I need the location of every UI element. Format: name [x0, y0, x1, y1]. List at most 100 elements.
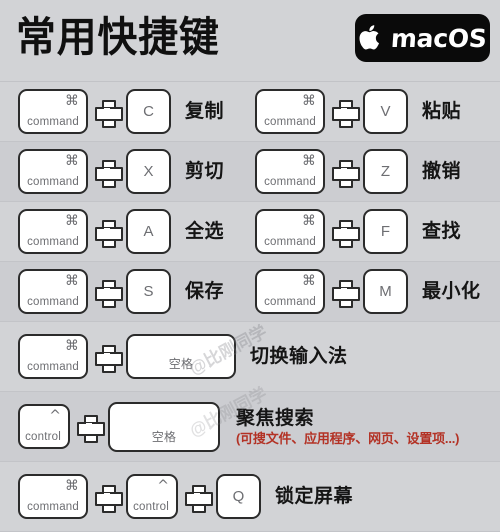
shortcut-description: 全选: [185, 220, 225, 242]
key-letter-f[interactable]: F: [363, 209, 408, 254]
shortcut-description: 切换输入法: [250, 345, 348, 367]
key-label: C: [143, 103, 154, 120]
shortcut-description: 最小化: [422, 280, 481, 302]
key-label: command: [264, 296, 316, 308]
key-combo: ⌘ command F: [255, 209, 408, 254]
plus-icon: [77, 414, 105, 443]
command-glyph-icon: ⌘: [65, 153, 79, 169]
key-letter-s[interactable]: S: [126, 269, 171, 314]
shortcut-cheatsheet-page: 常用快捷键 macOS ⌘ command C 复制 ⌘ command V 粘…: [0, 0, 500, 532]
plus-icon: [95, 99, 123, 128]
key-label: 空格: [168, 357, 194, 371]
key-command[interactable]: ⌘ command: [255, 89, 325, 134]
key-command[interactable]: ⌘ command: [18, 89, 88, 134]
key-command[interactable]: ⌘ command: [18, 269, 88, 314]
shortcut-item: ⌘ command A 全选: [18, 209, 255, 254]
shortcut-item: ⌘ command 空格 切换输入法: [18, 334, 348, 379]
command-glyph-icon: ⌘: [65, 478, 79, 494]
key-space[interactable]: 空格: [126, 334, 236, 379]
command-glyph-icon: ⌘: [65, 213, 79, 229]
shortcut-item: ^ control 空格 聚焦搜索 (可搜文件、应用程序、网页、设置项...): [18, 401, 459, 452]
page-title: 常用快捷键: [16, 14, 220, 60]
key-combo: ⌘ command M: [255, 269, 408, 314]
key-label: S: [143, 283, 154, 300]
key-label: command: [27, 501, 79, 513]
key-command[interactable]: ⌘ command: [255, 149, 325, 194]
key-combo: ⌘ command V: [255, 89, 408, 134]
shortcut-item: ⌘ command S 保存: [18, 269, 255, 314]
shortcut-description: 锁定屏幕: [275, 485, 354, 507]
key-letter-x[interactable]: X: [126, 149, 171, 194]
key-combo: ⌘ command X: [18, 149, 171, 194]
key-space[interactable]: 空格: [108, 401, 220, 452]
key-label: 空格: [151, 429, 177, 444]
key-combo: ⌘ command ^ control Q: [18, 474, 261, 519]
plus-icon: [332, 159, 360, 188]
plus-icon: [95, 219, 123, 248]
shortcut-description: 查找: [422, 220, 462, 242]
shortcut-description: 粘贴: [422, 100, 462, 122]
key-command[interactable]: ⌘ command: [18, 334, 88, 379]
shortcut-item: ⌘ command V 粘贴: [255, 89, 461, 134]
shortcut-row: ⌘ command C 复制 ⌘ command V 粘贴: [0, 82, 500, 142]
macos-badge-label: macOS: [389, 23, 488, 53]
shortcut-description-block: 聚焦搜索 (可搜文件、应用程序、网页、设置项...): [236, 407, 459, 447]
key-label: command: [27, 296, 79, 308]
key-label: command: [264, 176, 316, 188]
key-label: control: [25, 431, 61, 443]
plus-icon: [332, 279, 360, 308]
plus-icon: [332, 99, 360, 128]
page-header: 常用快捷键 macOS: [0, 0, 500, 82]
macos-badge: macOS: [355, 14, 490, 62]
shortcut-description: 撤销: [422, 160, 462, 182]
shortcut-description: 聚焦搜索: [236, 407, 315, 429]
key-letter-c[interactable]: C: [126, 89, 171, 134]
key-label: command: [27, 176, 79, 188]
control-glyph-icon: ^: [49, 408, 61, 424]
command-glyph-icon: ⌘: [302, 273, 316, 289]
control-glyph-icon: ^: [157, 478, 169, 494]
shortcut-item: ⌘ command ^ control Q 锁定屏幕: [18, 474, 353, 519]
command-glyph-icon: ⌘: [302, 153, 316, 169]
key-letter-z[interactable]: Z: [363, 149, 408, 194]
key-letter-q[interactable]: Q: [216, 474, 261, 519]
key-label: X: [143, 163, 154, 180]
key-label: command: [27, 361, 79, 373]
key-command[interactable]: ⌘ command: [255, 269, 325, 314]
key-control[interactable]: ^ control: [18, 404, 70, 449]
key-command[interactable]: ⌘ command: [18, 209, 88, 254]
key-label: A: [143, 223, 154, 240]
key-label: command: [27, 236, 79, 248]
key-combo: ⌘ command S: [18, 269, 171, 314]
shortcut-subdescription: (可搜文件、应用程序、网页、设置项...): [236, 430, 460, 446]
key-combo: ⌘ command C: [18, 89, 171, 134]
plus-icon: [95, 484, 123, 513]
key-command[interactable]: ⌘ command: [255, 209, 325, 254]
key-control[interactable]: ^ control: [126, 474, 178, 519]
shortcut-row: ⌘ command A 全选 ⌘ command F 查找: [0, 202, 500, 262]
shortcut-description: 复制: [185, 100, 225, 122]
shortcut-row: ⌘ command ^ control Q 锁定屏幕: [0, 462, 500, 532]
apple-logo-icon: [359, 24, 379, 49]
shortcut-row: ^ control 空格 聚焦搜索 (可搜文件、应用程序、网页、设置项...): [0, 392, 500, 462]
key-combo: ⌘ command Z: [255, 149, 408, 194]
command-glyph-icon: ⌘: [65, 273, 79, 289]
key-combo: ⌘ command A: [18, 209, 171, 254]
plus-icon: [95, 159, 123, 188]
key-command[interactable]: ⌘ command: [18, 149, 88, 194]
command-glyph-icon: ⌘: [302, 213, 316, 229]
key-letter-v[interactable]: V: [363, 89, 408, 134]
shortcut-row: ⌘ command X 剪切 ⌘ command Z 撤销: [0, 142, 500, 202]
key-letter-m[interactable]: M: [363, 269, 408, 314]
shortcut-row: ⌘ command 空格 切换输入法: [0, 322, 500, 392]
key-label: Q: [232, 488, 245, 505]
shortcut-item: ⌘ command M 最小化: [255, 269, 481, 314]
key-letter-a[interactable]: A: [126, 209, 171, 254]
shortcut-row: ⌘ command S 保存 ⌘ command M 最小化: [0, 262, 500, 322]
command-glyph-icon: ⌘: [65, 93, 79, 109]
key-label: V: [380, 103, 391, 120]
key-label: Z: [380, 163, 391, 180]
key-command[interactable]: ⌘ command: [18, 474, 88, 519]
key-label: command: [264, 116, 316, 128]
key-combo: ⌘ command 空格: [18, 334, 236, 379]
